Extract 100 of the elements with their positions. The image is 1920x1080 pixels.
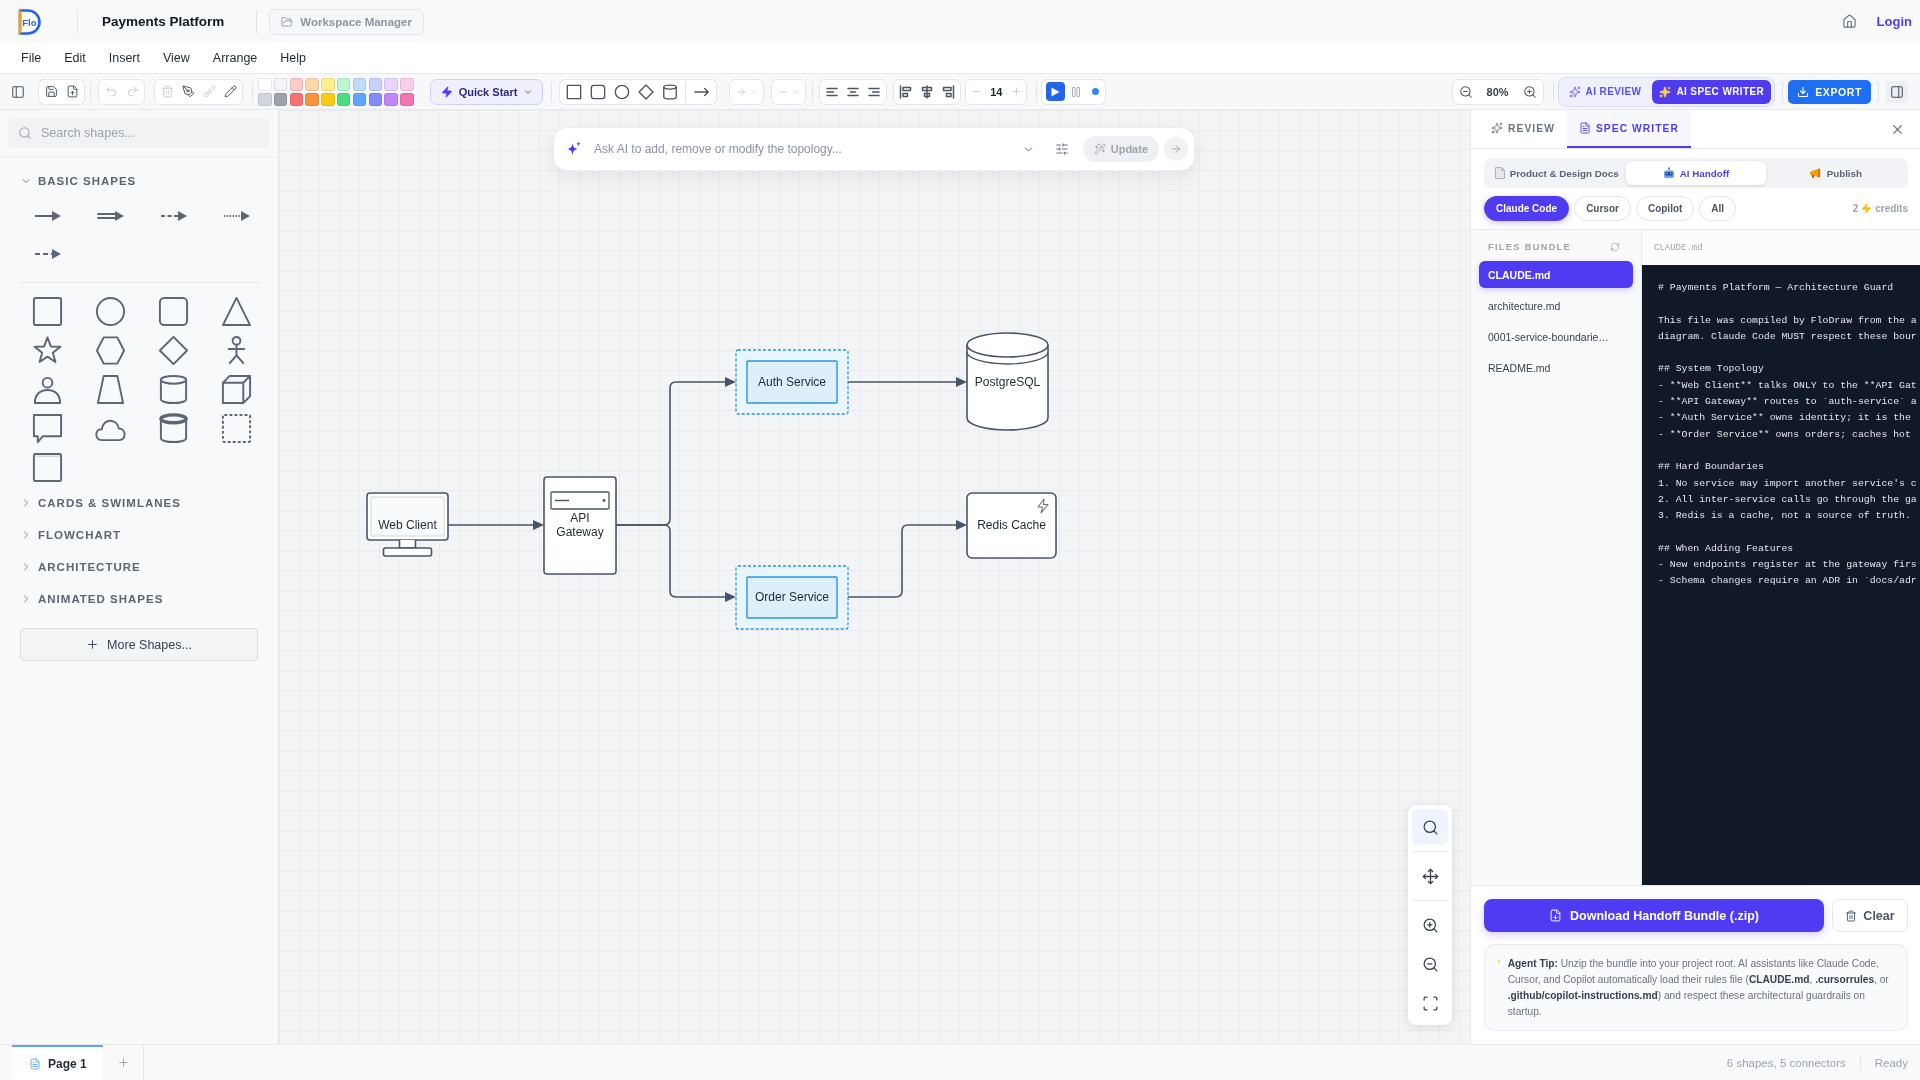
quick-start-button[interactable]: Quick Start bbox=[429, 78, 544, 105]
swatch-icon[interactable] bbox=[305, 92, 319, 106]
database-icon[interactable] bbox=[157, 412, 190, 445]
arrow-icon[interactable] bbox=[33, 210, 62, 222]
double-arrow-icon[interactable] bbox=[96, 210, 125, 222]
swatch-icon[interactable] bbox=[352, 77, 367, 91]
align-objects-center-icon[interactable] bbox=[920, 84, 935, 99]
swatch-icon[interactable] bbox=[337, 77, 351, 91]
menu-item[interactable]: Help bbox=[280, 51, 307, 65]
section-header[interactable]: BASIC SHAPES bbox=[0, 165, 278, 197]
target-chip[interactable]: Cursor bbox=[1574, 196, 1631, 221]
section-header[interactable]: ANIMATED SHAPES bbox=[0, 583, 278, 615]
swatch-icon[interactable] bbox=[289, 77, 304, 91]
section-tab[interactable]: Product & Design Docs bbox=[1487, 161, 1627, 185]
home-icon[interactable] bbox=[1841, 14, 1857, 29]
align-objects-left-icon[interactable] bbox=[899, 84, 914, 99]
search-field[interactable]: Search shapes... bbox=[8, 118, 270, 148]
align-objects-right-icon[interactable] bbox=[941, 84, 956, 99]
rounded-square-icon[interactable] bbox=[157, 295, 190, 328]
section-header[interactable]: ARCHITECTURE bbox=[0, 551, 278, 583]
ai-mode-button[interactable]: AI SPEC WRITER bbox=[1652, 79, 1772, 104]
cylinder-icon[interactable] bbox=[661, 83, 678, 100]
menu-item[interactable]: Arrange bbox=[212, 51, 258, 65]
clear-button[interactable]: Clear bbox=[1832, 899, 1908, 932]
swatch-icon[interactable] bbox=[273, 92, 288, 106]
target-chip[interactable]: All bbox=[1699, 196, 1737, 221]
swatch-icon[interactable] bbox=[368, 92, 383, 106]
zoom-out-icon[interactable] bbox=[1458, 84, 1473, 99]
page-tab[interactable]: Page 1 bbox=[12, 1045, 103, 1080]
swatch-icon[interactable] bbox=[368, 77, 383, 91]
export-button[interactable]: EXPORT bbox=[1788, 79, 1871, 104]
bundle-entry[interactable]: architecture.md bbox=[1479, 292, 1633, 319]
menu-item[interactable]: Edit bbox=[64, 51, 86, 65]
caret-icon bbox=[791, 87, 801, 96]
diamond-icon[interactable] bbox=[637, 83, 654, 100]
panel-tab[interactable]: REVIEW bbox=[1479, 110, 1567, 148]
file-upload-icon[interactable] bbox=[65, 85, 79, 98]
menu-item[interactable]: View bbox=[162, 51, 190, 65]
panel-tab[interactable]: SPEC WRITER bbox=[1566, 110, 1691, 148]
speech-bubble-icon[interactable] bbox=[31, 412, 64, 445]
swatch-icon[interactable] bbox=[337, 92, 351, 106]
tip-text: Agent Tip: Unzip the bundle into your project root. AI assistants like Claude Code, Cursor, and Copilot automatically load their rules file (CLAUDE.md, .cursorrules, or .github/copilot-instructions.md) and respect these architectural guardrails on startup. bbox=[1507, 957, 1890, 1019]
font-size-field[interactable]: 14 bbox=[985, 85, 1008, 98]
code-line: 1. No service may import another service's c bbox=[1658, 476, 1918, 491]
section-tab[interactable]: Publish bbox=[1765, 161, 1905, 185]
play-button[interactable] bbox=[1046, 82, 1066, 101]
card-icon[interactable] bbox=[31, 451, 64, 484]
swatch-icon[interactable] bbox=[400, 92, 414, 106]
bundle-entry[interactable]: README.md bbox=[1479, 354, 1633, 381]
dashed-arrow-icon[interactable] bbox=[159, 210, 188, 222]
swatch-icon[interactable] bbox=[273, 77, 288, 91]
dotted-arrow-icon[interactable] bbox=[222, 210, 251, 222]
hexagon-icon[interactable] bbox=[94, 334, 127, 367]
menu-item[interactable]: File bbox=[21, 51, 42, 65]
save-icon[interactable] bbox=[44, 85, 58, 98]
code-line: - Schema changes require an ADR in `docs/adr bbox=[1658, 574, 1918, 589]
menu-item[interactable]: Insert bbox=[108, 51, 140, 65]
swatch-icon[interactable] bbox=[305, 77, 319, 91]
swatch-icon[interactable] bbox=[321, 92, 335, 106]
sidebar-toggle-icon[interactable] bbox=[11, 84, 25, 99]
sliders-icon[interactable] bbox=[1054, 142, 1069, 156]
target-chip[interactable]: Claude Code bbox=[1484, 196, 1570, 221]
rounded-square-icon[interactable] bbox=[589, 83, 606, 100]
diamond-icon[interactable] bbox=[157, 334, 190, 367]
section-header[interactable]: CARDS & SWIMLANES bbox=[0, 487, 278, 519]
download-button[interactable]: Download Handoff Bundle (.zip) bbox=[1484, 899, 1824, 932]
swatch-icon[interactable] bbox=[400, 77, 414, 91]
login-link[interactable]: Login bbox=[1876, 14, 1912, 29]
more-shapes-button[interactable]: More Shapes... bbox=[20, 628, 258, 661]
trapezoid-icon[interactable] bbox=[94, 373, 127, 406]
prompt-input[interactable]: Ask AI to add, remove or modify the topology... bbox=[594, 142, 1022, 156]
section-tab[interactable]: AI Handoff bbox=[1626, 161, 1766, 185]
swatch-icon[interactable] bbox=[321, 77, 335, 91]
panel-toggle-button[interactable] bbox=[1886, 80, 1908, 103]
dashed-square-icon[interactable] bbox=[220, 412, 253, 445]
search-tool[interactable] bbox=[1412, 809, 1448, 845]
cube-icon[interactable] bbox=[220, 373, 253, 406]
pencil-icon[interactable] bbox=[223, 85, 237, 98]
swatch-icon[interactable] bbox=[289, 92, 304, 106]
bundle-entry[interactable]: CLAUDE.md bbox=[1479, 261, 1633, 288]
zoom-in-icon[interactable] bbox=[1522, 84, 1537, 99]
triangle-icon[interactable] bbox=[220, 295, 253, 328]
cylinder-icon[interactable] bbox=[157, 373, 190, 406]
section-header[interactable]: FLOWCHART bbox=[0, 519, 278, 551]
swatch-icon[interactable] bbox=[352, 92, 367, 106]
ai-mode-button[interactable]: AI REVIEW bbox=[1561, 79, 1649, 104]
swatch-icon[interactable] bbox=[258, 92, 272, 106]
swatch-icon[interactable] bbox=[384, 77, 398, 91]
target-chip[interactable]: Copilot bbox=[1635, 196, 1695, 221]
short-dash-arrow-icon[interactable] bbox=[33, 248, 62, 260]
swatch-icon[interactable] bbox=[258, 77, 272, 91]
circle-icon[interactable] bbox=[94, 295, 127, 328]
swatch-icon[interactable] bbox=[384, 92, 398, 106]
pen-tool-icon[interactable] bbox=[181, 85, 195, 98]
square-icon[interactable] bbox=[565, 83, 582, 100]
status-dot-icon bbox=[1091, 88, 1099, 95]
circle-icon[interactable] bbox=[613, 83, 630, 100]
bundle-entry[interactable]: 0001-service-boundarie… bbox=[1479, 323, 1633, 350]
square-icon[interactable] bbox=[31, 295, 64, 328]
move-icon bbox=[1421, 867, 1439, 885]
